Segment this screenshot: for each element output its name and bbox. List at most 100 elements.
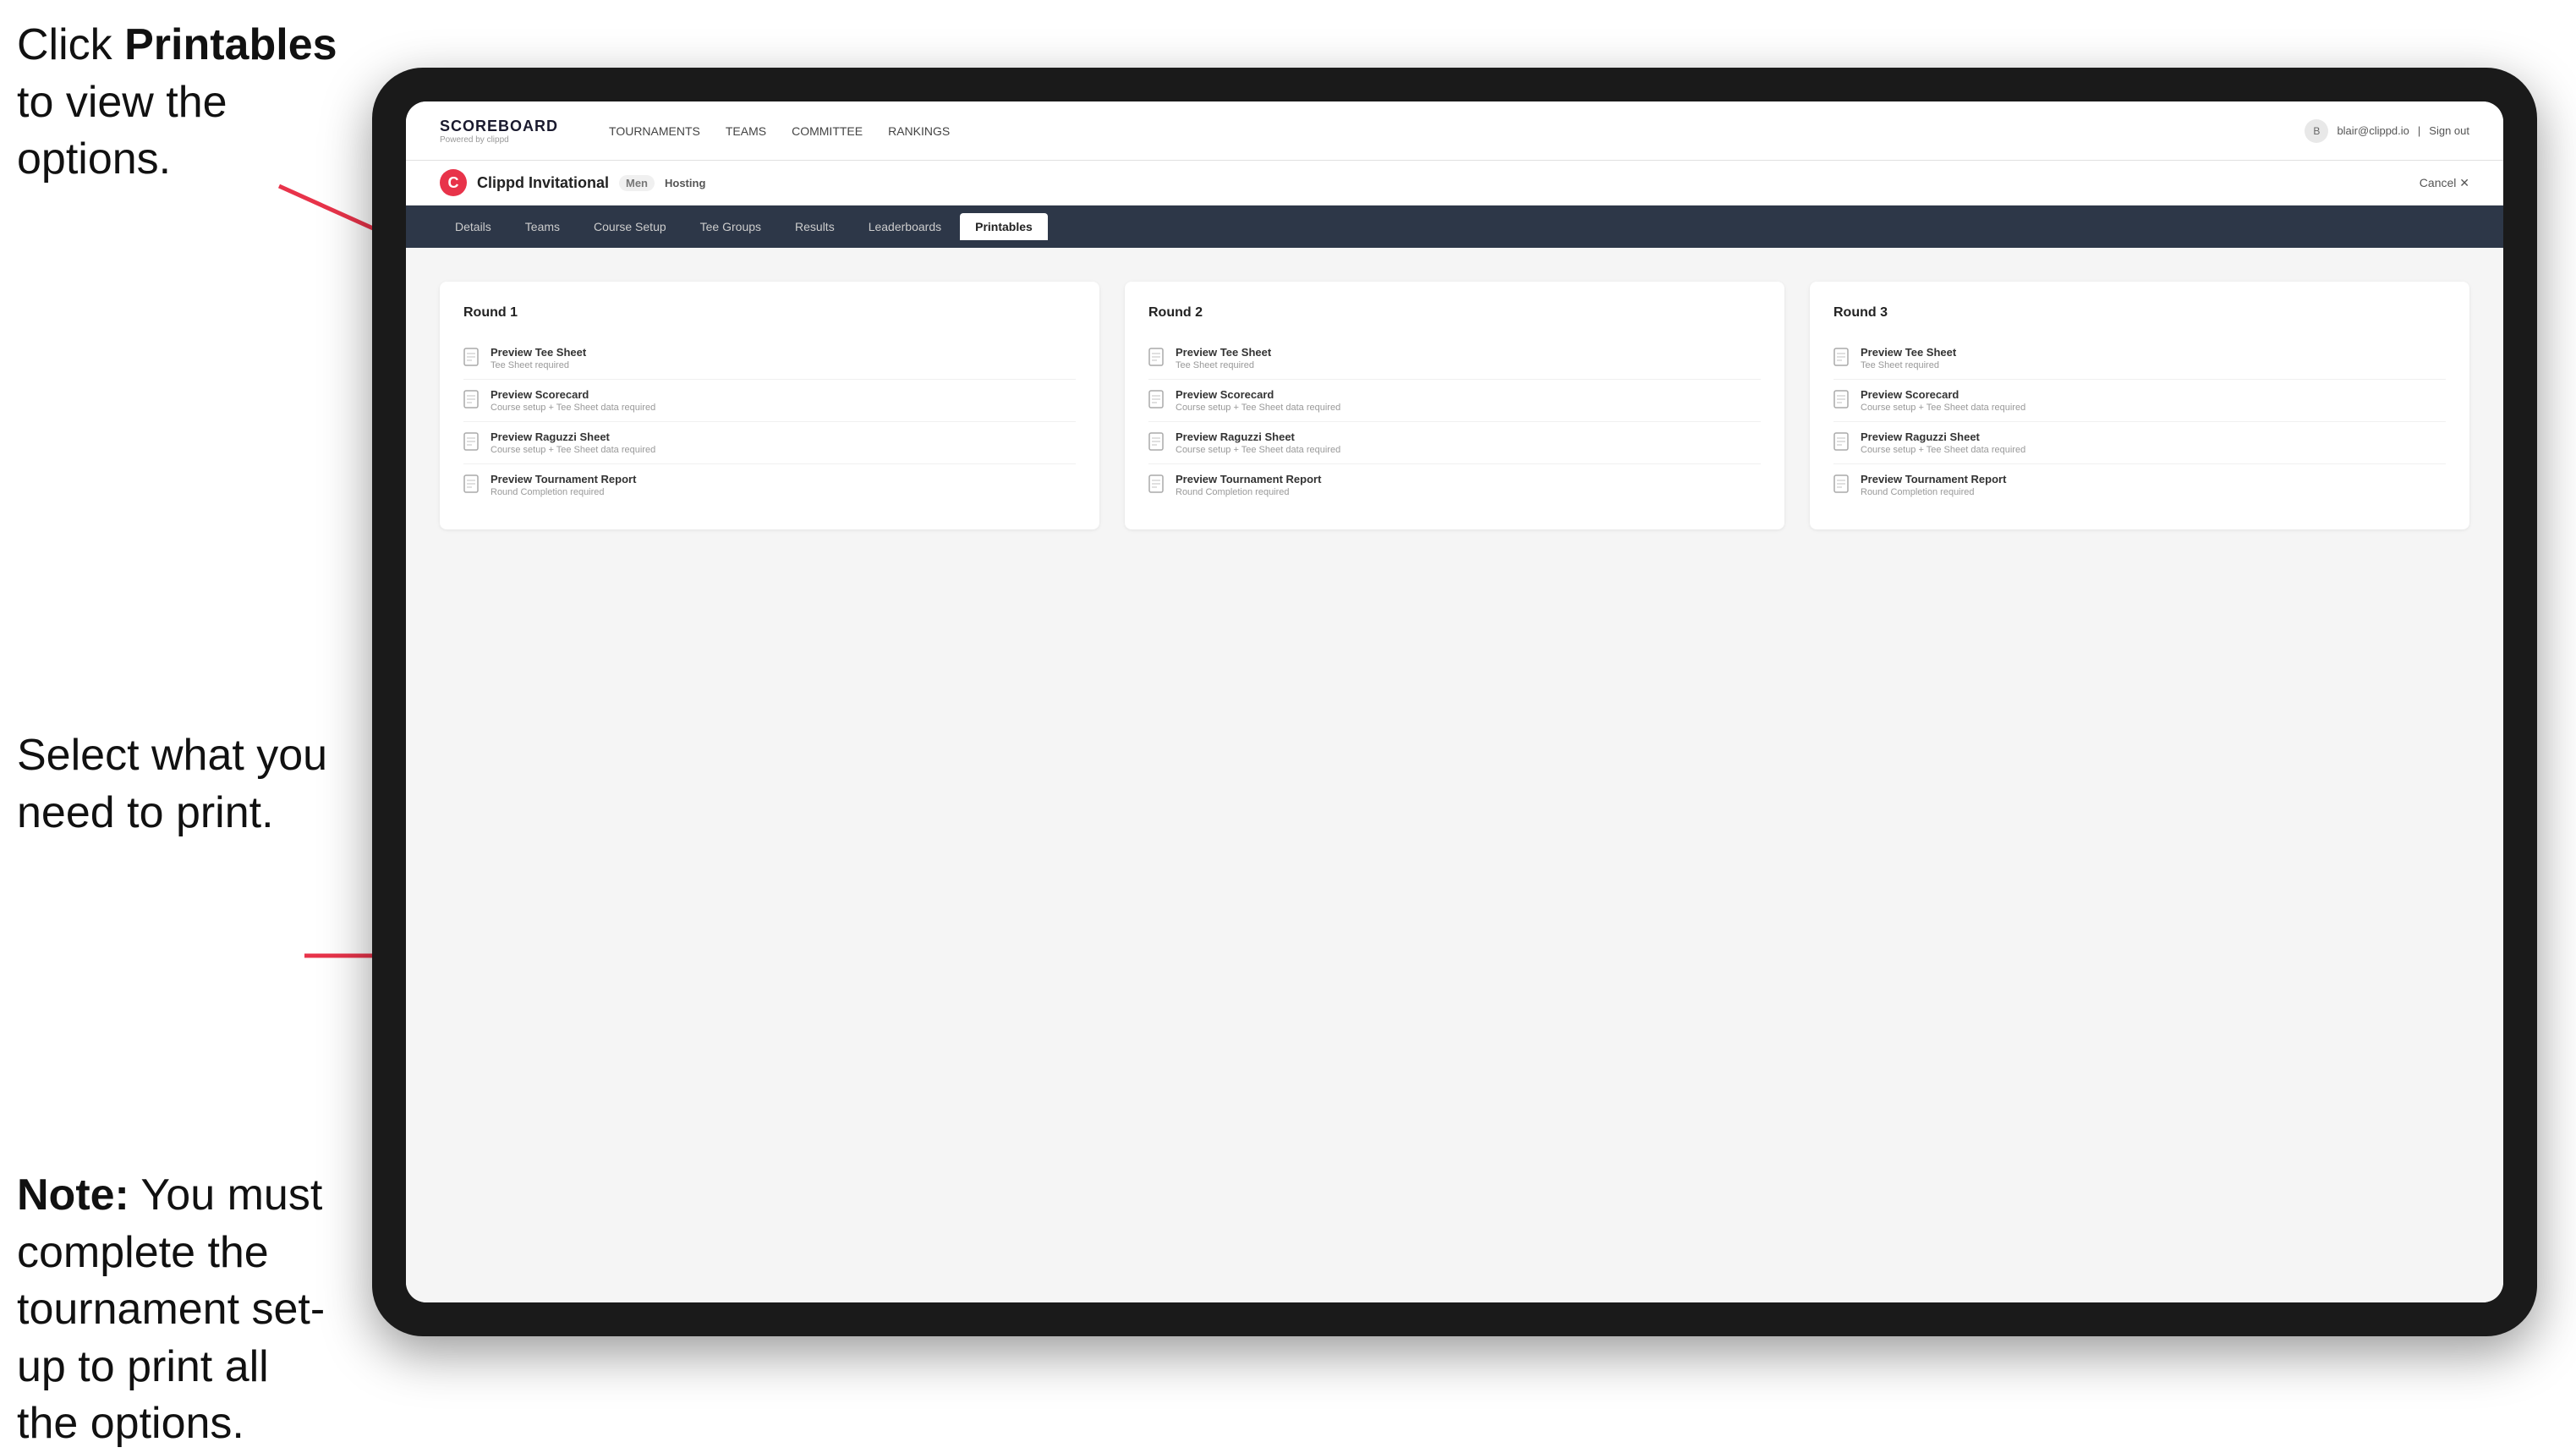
round2-tournament-report-sub: Round Completion required xyxy=(1176,487,1321,497)
round3-tee-sheet-title: Preview Tee Sheet xyxy=(1861,346,1956,359)
round1-scorecard-title: Preview Scorecard xyxy=(491,388,655,401)
round-2-title: Round 2 xyxy=(1148,305,1761,321)
round3-tournament-report-sub: Round Completion required xyxy=(1861,487,2006,497)
round1-tee-sheet-text: Preview Tee Sheet Tee Sheet required xyxy=(491,346,586,370)
tab-tee-groups[interactable]: Tee Groups xyxy=(685,213,776,240)
round2-raguzzi[interactable]: Preview Raguzzi Sheet Course setup + Tee… xyxy=(1148,422,1761,464)
pipe-separator: | xyxy=(2418,124,2420,137)
round3-tournament-report-text: Preview Tournament Report Round Completi… xyxy=(1861,473,2006,497)
round-1-section: Round 1 Preview Tee Sheet Tee Sheet requ… xyxy=(440,282,1099,529)
rounds-grid: Round 1 Preview Tee Sheet Tee Sheet requ… xyxy=(440,282,2469,529)
round3-scorecard-text: Preview Scorecard Course setup + Tee She… xyxy=(1861,388,2025,413)
round1-tournament-report[interactable]: Preview Tournament Report Round Completi… xyxy=(463,464,1076,506)
annotation-top: Click Printables to view the options. xyxy=(17,17,338,189)
round3-scorecard-title: Preview Scorecard xyxy=(1861,388,2025,401)
round1-tournament-report-title: Preview Tournament Report xyxy=(491,473,636,485)
note-bold: Note: xyxy=(17,1171,129,1220)
round1-tee-sheet-sub: Tee Sheet required xyxy=(491,360,586,370)
sign-out-link[interactable]: Sign out xyxy=(2429,124,2469,137)
doc-r3-2 xyxy=(1833,390,1852,412)
tab-leaderboards[interactable]: Leaderboards xyxy=(853,213,956,240)
round3-tournament-report[interactable]: Preview Tournament Report Round Completi… xyxy=(1833,464,2446,506)
tab-course-setup[interactable]: Course Setup xyxy=(578,213,682,240)
scoreboard-logo: SCOREBOARD Powered by clippd xyxy=(440,118,558,145)
round2-scorecard[interactable]: Preview Scorecard Course setup + Tee She… xyxy=(1148,380,1761,422)
round2-scorecard-title: Preview Scorecard xyxy=(1176,388,1340,401)
round1-scorecard[interactable]: Preview Scorecard Course setup + Tee She… xyxy=(463,380,1076,422)
main-content: Round 1 Preview Tee Sheet Tee Sheet requ… xyxy=(406,248,2503,1302)
document-icon-3 xyxy=(463,432,482,454)
user-avatar: B xyxy=(2305,119,2328,143)
doc-r2-4 xyxy=(1148,474,1167,496)
round2-raguzzi-sub: Course setup + Tee Sheet data required xyxy=(1176,445,1340,455)
doc-r3-3 xyxy=(1833,432,1852,454)
annotation-bottom: Note: You must complete the tournament s… xyxy=(17,1167,338,1453)
document-icon-2 xyxy=(463,390,482,412)
round2-raguzzi-text: Preview Raguzzi Sheet Course setup + Tee… xyxy=(1176,430,1340,455)
round-2-section: Round 2 Preview Tee Sheet Tee Sheet requ… xyxy=(1125,282,1784,529)
round3-raguzzi-title: Preview Raguzzi Sheet xyxy=(1861,430,2025,443)
round3-tee-sheet-sub: Tee Sheet required xyxy=(1861,360,1956,370)
doc-r2-3 xyxy=(1148,432,1167,454)
clippd-logo: C xyxy=(440,169,467,196)
top-nav-links: TOURNAMENTS TEAMS COMMITTEE RANKINGS xyxy=(609,121,2271,141)
tablet-screen: SCOREBOARD Powered by clippd TOURNAMENTS… xyxy=(406,101,2503,1302)
round3-raguzzi-sub: Course setup + Tee Sheet data required xyxy=(1861,445,2025,455)
round1-tournament-report-text: Preview Tournament Report Round Completi… xyxy=(491,473,636,497)
tab-printables[interactable]: Printables xyxy=(960,213,1048,240)
round3-scorecard-sub: Course setup + Tee Sheet data required xyxy=(1861,403,2025,413)
doc-r2-2 xyxy=(1148,390,1167,412)
round3-tournament-report-title: Preview Tournament Report xyxy=(1861,473,2006,485)
nav-rankings[interactable]: RANKINGS xyxy=(888,121,950,141)
round3-raguzzi-text: Preview Raguzzi Sheet Course setup + Tee… xyxy=(1861,430,2025,455)
round2-tournament-report-title: Preview Tournament Report xyxy=(1176,473,1321,485)
nav-teams[interactable]: TEAMS xyxy=(726,121,766,141)
tablet-device: SCOREBOARD Powered by clippd TOURNAMENTS… xyxy=(372,68,2537,1336)
doc-r3-1 xyxy=(1833,348,1852,370)
user-email: blair@clippd.io xyxy=(2337,124,2409,137)
tab-bar: Details Teams Course Setup Tee Groups Re… xyxy=(406,206,2503,248)
round1-scorecard-text: Preview Scorecard Course setup + Tee She… xyxy=(491,388,655,413)
round2-scorecard-sub: Course setup + Tee Sheet data required xyxy=(1176,403,1340,413)
round1-raguzzi-text: Preview Raguzzi Sheet Course setup + Tee… xyxy=(491,430,655,455)
round1-raguzzi[interactable]: Preview Raguzzi Sheet Course setup + Tee… xyxy=(463,422,1076,464)
round-3-title: Round 3 xyxy=(1833,305,2446,321)
round2-tee-sheet[interactable]: Preview Tee Sheet Tee Sheet required xyxy=(1148,337,1761,380)
round1-raguzzi-title: Preview Raguzzi Sheet xyxy=(491,430,655,443)
nav-tournaments[interactable]: TOURNAMENTS xyxy=(609,121,700,141)
doc-r3-4 xyxy=(1833,474,1852,496)
nav-committee[interactable]: COMMITTEE xyxy=(792,121,863,141)
round1-scorecard-sub: Course setup + Tee Sheet data required xyxy=(491,403,655,413)
round-3-section: Round 3 Preview Tee Sheet Tee Sheet requ… xyxy=(1810,282,2469,529)
tournament-name: C Clippd Invitational Men Hosting xyxy=(440,169,705,196)
tab-results[interactable]: Results xyxy=(780,213,850,240)
document-icon-4 xyxy=(463,474,482,496)
round3-tee-sheet[interactable]: Preview Tee Sheet Tee Sheet required xyxy=(1833,337,2446,380)
tournament-title: Clippd Invitational xyxy=(477,174,609,192)
top-nav: SCOREBOARD Powered by clippd TOURNAMENTS… xyxy=(406,101,2503,161)
doc-r2-1 xyxy=(1148,348,1167,370)
round2-tee-sheet-title: Preview Tee Sheet xyxy=(1176,346,1271,359)
annotation-middle: Select what you need to print. xyxy=(17,727,338,842)
round3-scorecard[interactable]: Preview Scorecard Course setup + Tee She… xyxy=(1833,380,2446,422)
tab-teams[interactable]: Teams xyxy=(510,213,575,240)
document-icon xyxy=(463,348,482,370)
logo-title: SCOREBOARD xyxy=(440,118,558,135)
tournament-badge: Men xyxy=(619,175,655,191)
round2-tournament-report[interactable]: Preview Tournament Report Round Completi… xyxy=(1148,464,1761,506)
hosting-badge: Hosting xyxy=(665,177,705,189)
round1-tournament-report-sub: Round Completion required xyxy=(491,487,636,497)
round2-tournament-report-text: Preview Tournament Report Round Completi… xyxy=(1176,473,1321,497)
logo-sub: Powered by clippd xyxy=(440,135,558,145)
round1-tee-sheet[interactable]: Preview Tee Sheet Tee Sheet required xyxy=(463,337,1076,380)
round3-raguzzi[interactable]: Preview Raguzzi Sheet Course setup + Tee… xyxy=(1833,422,2446,464)
cancel-button[interactable]: Cancel ✕ xyxy=(2420,176,2469,190)
round3-tee-sheet-text: Preview Tee Sheet Tee Sheet required xyxy=(1861,346,1956,370)
annotation-bold: Printables xyxy=(124,20,337,69)
tab-details[interactable]: Details xyxy=(440,213,507,240)
round1-raguzzi-sub: Course setup + Tee Sheet data required xyxy=(491,445,655,455)
round2-raguzzi-title: Preview Raguzzi Sheet xyxy=(1176,430,1340,443)
round2-tee-sheet-sub: Tee Sheet required xyxy=(1176,360,1271,370)
round2-tee-sheet-text: Preview Tee Sheet Tee Sheet required xyxy=(1176,346,1271,370)
top-nav-right: B blair@clippd.io | Sign out xyxy=(2305,119,2469,143)
